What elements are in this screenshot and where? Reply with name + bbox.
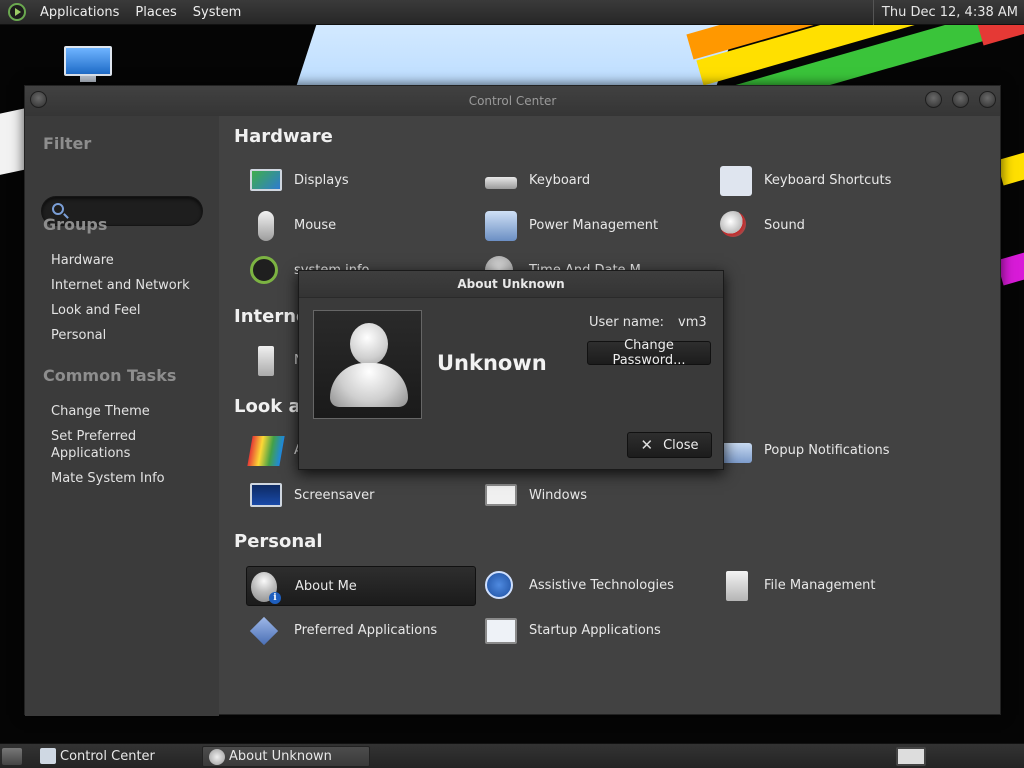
user-full-name: Unknown	[437, 351, 547, 375]
popup-notifications-icon	[720, 443, 752, 463]
display-icon	[250, 169, 282, 191]
group-look-feel[interactable]: Look and Feel	[51, 302, 141, 319]
about-me-icon	[251, 572, 281, 604]
task-set-preferred-apps[interactable]: Set Preferred Applications	[51, 428, 161, 462]
minimize-button[interactable]	[925, 91, 942, 108]
group-internet-network[interactable]: Internet and Network	[51, 277, 190, 294]
item-power-management[interactable]: Power Management	[481, 206, 711, 246]
power-management-icon	[485, 211, 517, 241]
username-label: User name:	[589, 315, 665, 330]
control-center-icon	[40, 748, 56, 764]
item-popup-notifications[interactable]: Popup Notifications	[716, 431, 946, 471]
group-personal[interactable]: Personal	[51, 327, 106, 344]
close-button-label: Close	[663, 437, 699, 453]
item-about-me[interactable]: About Me	[246, 566, 476, 606]
dialog-titlebar[interactable]: About Unknown	[299, 271, 723, 298]
close-window-button[interactable]	[979, 91, 996, 108]
clock[interactable]: Thu Dec 12, 4:38 AM	[872, 0, 1024, 25]
screensaver-icon	[250, 483, 282, 507]
file-cabinet-icon	[726, 571, 748, 601]
top-panel: Applications Places System Thu Dec 12, 4…	[0, 0, 1024, 25]
menu-applications[interactable]: Applications	[32, 0, 127, 25]
accessibility-icon	[485, 571, 513, 599]
section-personal-title: Personal	[234, 531, 323, 552]
about-me-icon	[209, 749, 225, 765]
keyboard-icon	[485, 177, 517, 189]
taskbar-control-center[interactable]: Control Center	[34, 746, 198, 767]
preferred-applications-icon	[249, 616, 279, 646]
sound-icon	[720, 211, 746, 237]
keyboard-shortcuts-icon	[720, 166, 752, 196]
close-icon: ✕	[640, 436, 654, 454]
window-menu-button[interactable]	[30, 91, 47, 108]
search-icon	[52, 203, 64, 215]
username-value: vm3	[678, 315, 707, 330]
common-tasks-heading: Common Tasks	[43, 366, 177, 385]
menu-system[interactable]: System	[185, 0, 249, 25]
task-mate-system-info[interactable]: Mate System Info	[51, 470, 165, 487]
item-assistive-technologies[interactable]: Assistive Technologies	[481, 566, 711, 606]
workspace-switcher-icon[interactable]	[896, 747, 926, 766]
avatar[interactable]	[313, 310, 422, 419]
system-info-icon	[250, 256, 278, 284]
window-titlebar[interactable]: Control Center	[25, 86, 1000, 116]
maximize-button[interactable]	[952, 91, 969, 108]
startup-applications-icon	[485, 618, 517, 644]
item-sound[interactable]: Sound	[716, 206, 946, 246]
monitor-icon	[64, 46, 112, 76]
appearance-icon	[247, 436, 285, 466]
computer-desktop-icon[interactable]	[62, 44, 114, 84]
show-desktop-icon[interactable]	[2, 748, 22, 765]
dialog-title: About Unknown	[457, 277, 565, 291]
about-me-dialog: About Unknown Unknown User name: vm3 Cha…	[298, 270, 724, 470]
item-mouse[interactable]: Mouse	[246, 206, 476, 246]
bottom-panel: Control Center About Unknown	[0, 743, 1024, 768]
mouse-icon	[258, 211, 274, 241]
section-hardware-title: Hardware	[234, 126, 333, 147]
user-silhouette-icon	[350, 323, 388, 365]
item-keyboard-shortcuts[interactable]: Keyboard Shortcuts	[716, 161, 946, 201]
item-windows[interactable]: Windows	[481, 476, 711, 516]
item-file-management[interactable]: File Management	[716, 566, 946, 606]
window-title: Control Center	[468, 94, 557, 108]
task-change-theme[interactable]: Change Theme	[51, 403, 150, 420]
item-displays[interactable]: Displays	[246, 161, 476, 201]
item-preferred-applications[interactable]: Preferred Applications	[246, 611, 476, 651]
group-hardware[interactable]: Hardware	[51, 252, 114, 269]
windows-icon	[485, 484, 517, 506]
item-startup-applications[interactable]: Startup Applications	[481, 611, 711, 651]
mate-logo-icon[interactable]	[8, 3, 26, 21]
close-button[interactable]: ✕ Close	[627, 432, 712, 458]
item-keyboard[interactable]: Keyboard	[481, 161, 711, 201]
taskbar-about-unknown[interactable]: About Unknown	[202, 746, 370, 767]
change-password-button[interactable]: Change Password...	[587, 338, 711, 368]
menu-places[interactable]: Places	[127, 0, 184, 25]
groups-heading: Groups	[43, 215, 108, 234]
item-screensaver[interactable]: Screensaver	[246, 476, 476, 516]
sidebar: Filter Groups Hardware Internet and Netw…	[25, 116, 219, 716]
network-icon	[258, 346, 274, 376]
filter-heading: Filter	[43, 134, 92, 153]
